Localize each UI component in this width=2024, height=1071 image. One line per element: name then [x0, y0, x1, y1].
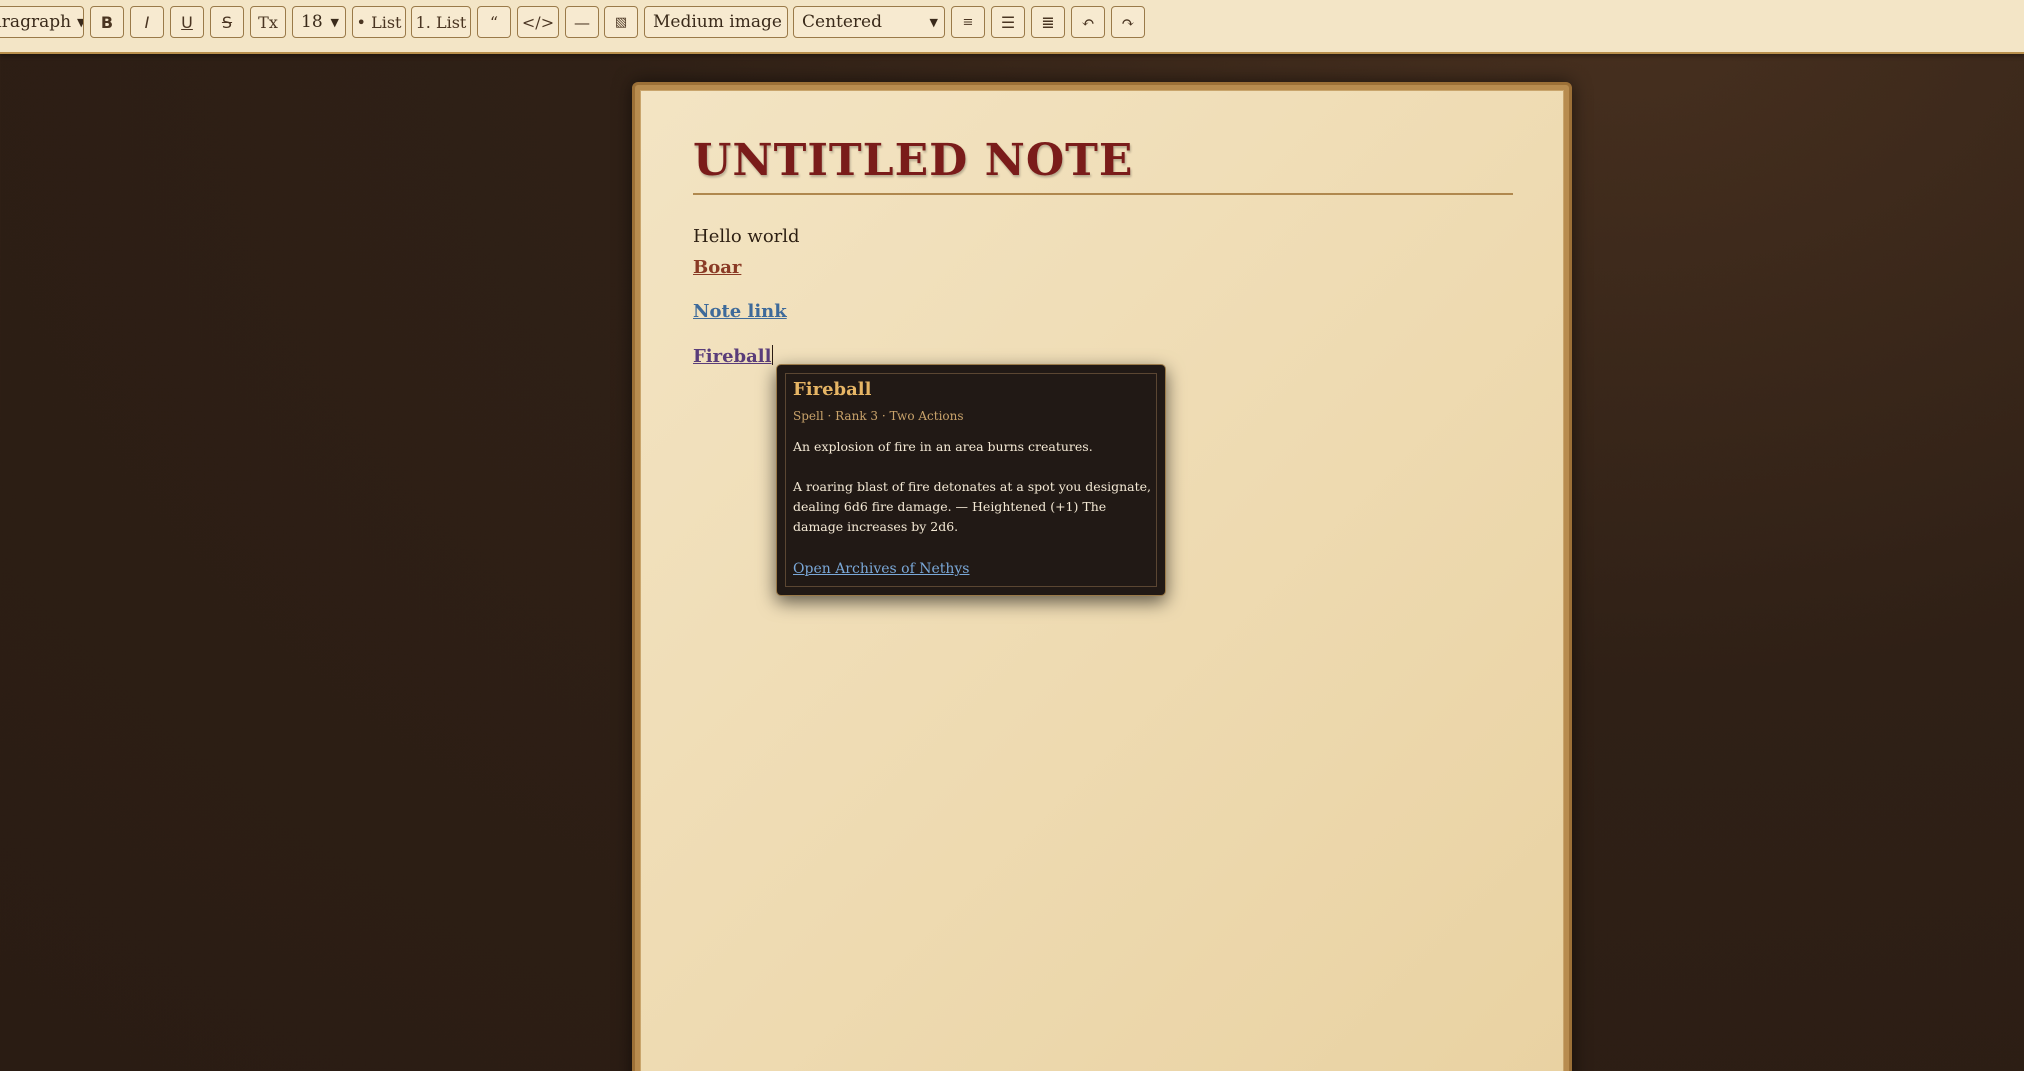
align-center-button[interactable]: ☰	[991, 6, 1025, 38]
clear-format-button[interactable]: Tx	[250, 6, 286, 38]
note-text-line: Hello world	[693, 226, 800, 247]
text-caret	[772, 345, 774, 365]
bullet-list-button[interactable]: • List	[352, 6, 406, 38]
image-align-select[interactable]: Centered ▼	[793, 6, 945, 38]
numbered-list-button[interactable]: 1. List	[411, 6, 471, 38]
chevron-down-icon: ▼	[929, 15, 938, 29]
align-left-icon: ≡	[962, 14, 974, 30]
image-size-value: Medium image	[653, 12, 782, 32]
tooltip-title: Fireball	[793, 379, 872, 400]
align-justify-button[interactable]: ≣	[1031, 6, 1065, 38]
editor-toolbar: Paragraph ▼ B I U S Tx 18 ▼ • List 1. Li…	[0, 0, 2024, 54]
spell-link-label: Fireball	[693, 346, 772, 367]
strikethrough-button[interactable]: S	[210, 6, 244, 38]
redo-icon: ↷	[1121, 12, 1135, 32]
block-format-select[interactable]: Paragraph ▼	[0, 6, 84, 38]
image-icon: ▧	[614, 14, 628, 30]
undo-icon: ↶	[1081, 12, 1095, 32]
underline-button[interactable]: U	[170, 6, 204, 38]
insert-image-button[interactable]: ▧	[604, 6, 638, 38]
italic-button[interactable]: I	[130, 6, 164, 38]
image-align-value: Centered	[802, 12, 882, 32]
creature-link-boar[interactable]: Boar	[693, 257, 741, 278]
spell-link-fireball[interactable]: Fireball	[693, 345, 774, 367]
image-size-select[interactable]: Medium image ▼	[644, 6, 788, 38]
undo-button[interactable]: ↶	[1071, 6, 1105, 38]
align-center-icon: ☰	[1000, 12, 1016, 32]
block-format-value: Paragraph	[0, 12, 72, 32]
redo-button[interactable]: ↷	[1111, 6, 1145, 38]
title-divider	[693, 193, 1513, 195]
font-size-value: 18	[301, 12, 323, 32]
horizontal-rule-button[interactable]: —	[565, 6, 599, 38]
bold-button[interactable]: B	[90, 6, 124, 38]
spell-tooltip: Fireball Spell · Rank 3 · Two Actions An…	[776, 364, 1166, 596]
note-title[interactable]: UNTITLED NOTE	[693, 135, 1133, 186]
archives-of-nethys-link[interactable]: Open Archives of Nethys	[793, 561, 970, 577]
chevron-down-icon: ▼	[330, 15, 339, 29]
chevron-down-icon: ▼	[77, 16, 83, 29]
align-left-button[interactable]: ≡	[951, 6, 985, 38]
tooltip-summary: An explosion of fire in an area burns cr…	[793, 439, 1093, 454]
code-button[interactable]: </>	[517, 6, 559, 38]
tooltip-body: A roaring blast of fire detonates at a s…	[793, 479, 1152, 534]
tooltip-meta: Spell · Rank 3 · Two Actions	[793, 409, 964, 423]
font-size-select[interactable]: 18 ▼	[292, 6, 346, 38]
note-link[interactable]: Note link	[693, 301, 787, 322]
align-justify-icon: ≣	[1041, 12, 1055, 32]
quote-button[interactable]: “	[477, 6, 511, 38]
